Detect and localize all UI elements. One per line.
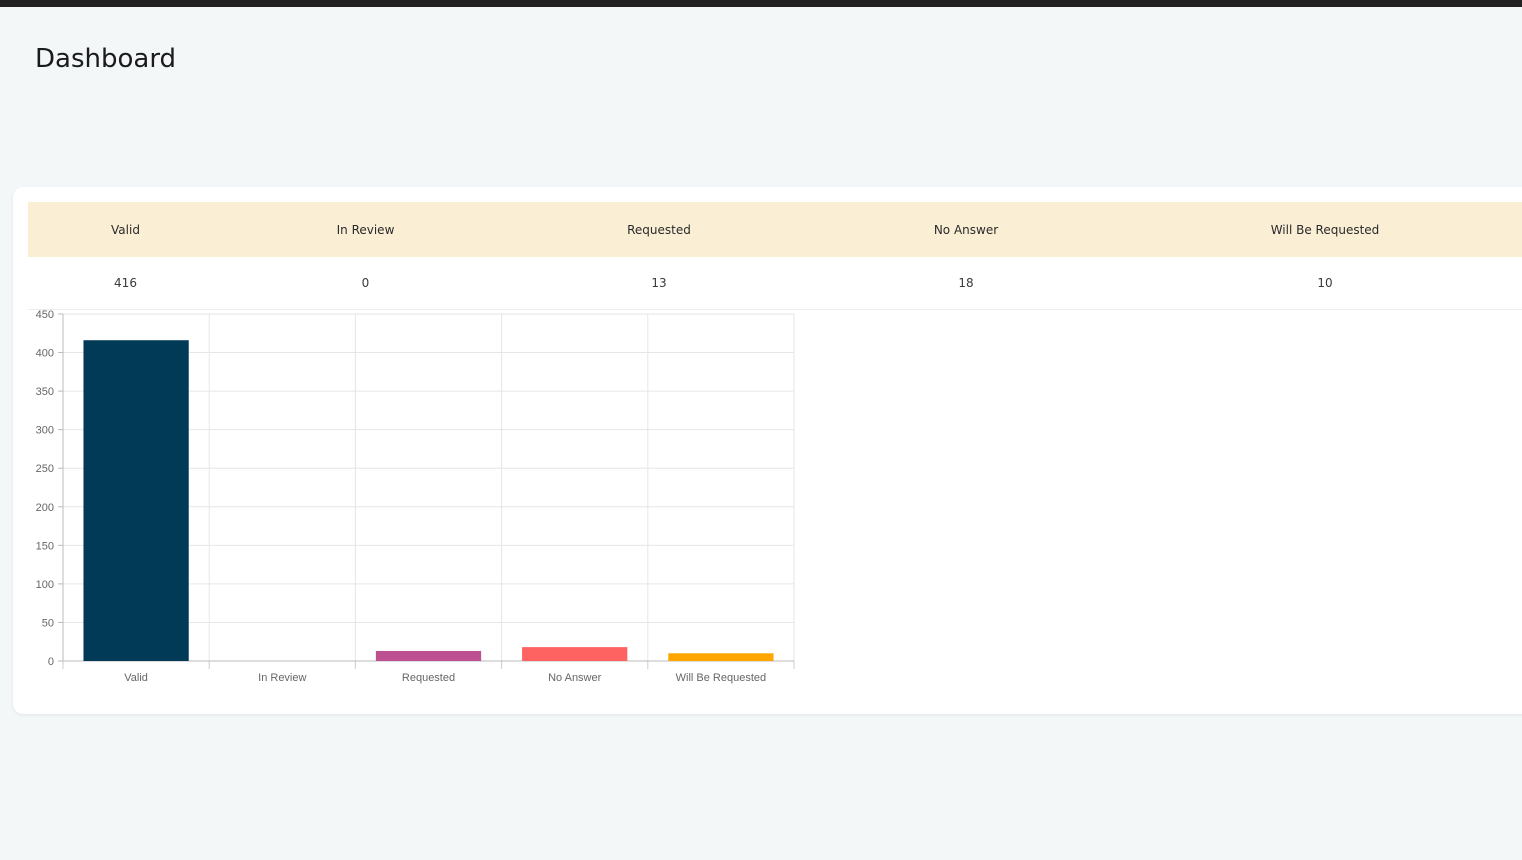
header-requested: Requested: [508, 202, 810, 257]
value-will-be-requested: 10: [1122, 257, 1522, 310]
header-valid: Valid: [28, 202, 223, 257]
window-top-bar: [0, 0, 1522, 7]
y-tick-label: 100: [36, 579, 54, 591]
header-no-answer: No Answer: [810, 202, 1122, 257]
y-tick-label: 300: [36, 425, 54, 437]
status-summary-table: Valid In Review Requested No Answer Will…: [28, 202, 1522, 310]
y-tick-label: 450: [36, 309, 54, 321]
page-title: Dashboard: [35, 44, 177, 74]
bar-valid: [83, 340, 189, 661]
y-tick-label: 150: [36, 540, 54, 552]
bar-no-answer: [522, 647, 628, 661]
value-no-answer: 18: [810, 257, 1122, 310]
x-tick-label: Valid: [124, 672, 148, 684]
x-tick-label: In Review: [258, 672, 306, 684]
y-tick-label: 200: [36, 502, 54, 514]
dashboard-card: Valid In Review Requested No Answer Will…: [13, 187, 1522, 714]
y-tick-label: 400: [36, 348, 54, 360]
summary-header-row: Valid In Review Requested No Answer Will…: [28, 202, 1522, 257]
bar-will-be-requested: [668, 653, 774, 661]
bar-chart-svg: 0 50 100 150 200 250 300 350 400 450 Valid In Revie…: [36, 309, 795, 684]
status-bar-chart: 0 50 100 150 200 250 300 350 400 450 Valid In Revie…: [13, 307, 813, 692]
y-tick-label: 250: [36, 463, 54, 475]
value-requested: 13: [508, 257, 810, 310]
summary-value-row: 416 0 13 18 10: [28, 257, 1522, 310]
bar-requested: [375, 650, 482, 661]
x-tick-label: Will Be Requested: [676, 672, 767, 684]
header-will-be-requested: Will Be Requested: [1122, 202, 1522, 257]
y-tick-label: 0: [48, 656, 54, 668]
value-in-review: 0: [223, 257, 508, 310]
x-tick-label: No Answer: [548, 672, 602, 684]
y-tick-label: 350: [36, 386, 54, 398]
y-tick-label: 50: [42, 617, 54, 629]
x-tick-label: Requested: [402, 672, 455, 684]
value-valid: 416: [28, 257, 223, 310]
header-in-review: In Review: [223, 202, 508, 257]
